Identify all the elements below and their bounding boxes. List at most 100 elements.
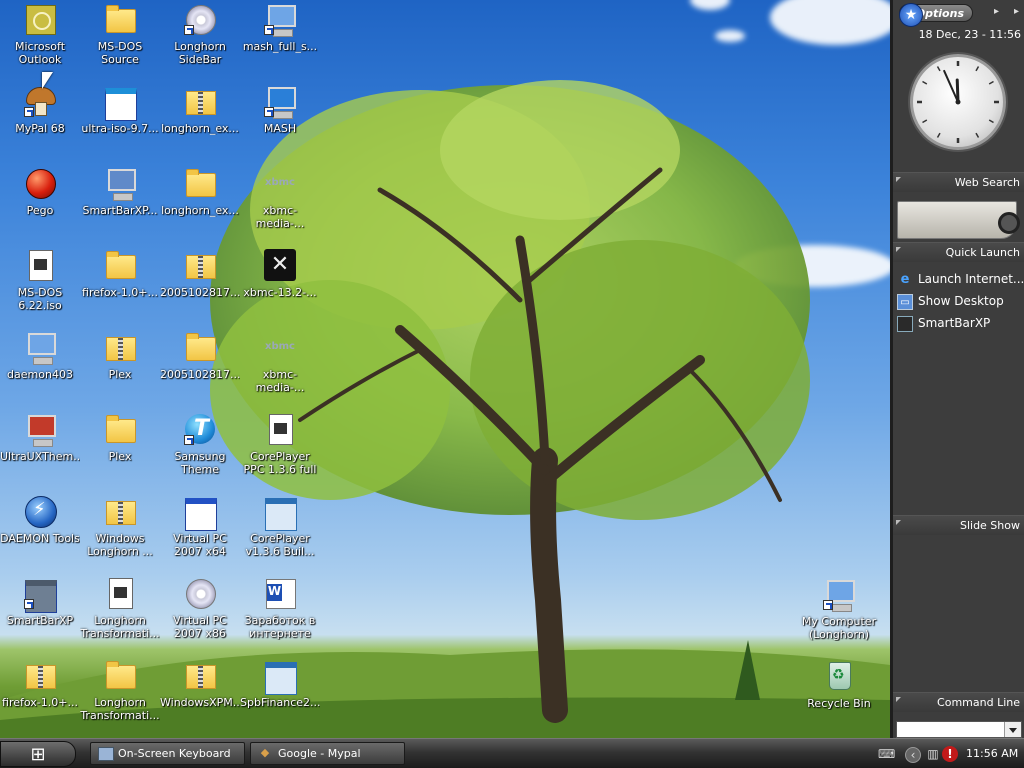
show-desktop-icon: ▭	[897, 293, 913, 310]
desktop-wallpaper[interactable]: Microsoft Outlook MS-DOS Source Longhorn S…	[0, 0, 890, 738]
desktop-icon[interactable]: Longhorn Transformati...	[80, 574, 160, 652]
desktop-icon[interactable]: xbmc xbmc-media-...	[240, 328, 320, 406]
desktop-icon-label: daemon403	[7, 368, 73, 381]
desktop-icon[interactable]: Virtual PC 2007 x86	[160, 574, 240, 652]
tray-clock[interactable]: 11:56 AM	[966, 741, 1018, 767]
quick-launch-internet[interactable]: e Launch Internet...	[897, 269, 1024, 289]
desktop-icon[interactable]: Longhorn Transformati...	[80, 656, 160, 734]
folder-icon	[104, 249, 136, 281]
desktop-icon[interactable]: MS-DOS 6.22.iso	[0, 246, 80, 324]
chevron-left-icon[interactable]: ‹	[905, 747, 921, 763]
desktop-icon[interactable]: mash_full_s...	[240, 0, 320, 78]
desktop-icon[interactable]: Pego	[0, 164, 80, 242]
taskbar-button-google-mypal[interactable]: ◆ Google - Mypal	[250, 742, 405, 765]
taskbar-button-label: On-Screen Keyboard	[118, 747, 231, 760]
word-document-icon	[264, 577, 296, 609]
desktop-icon[interactable]: firefox-1.0+...	[0, 656, 80, 734]
desktop-icon-label: 2005102817...	[160, 286, 240, 299]
collapse-triangle-icon	[896, 177, 901, 182]
desktop-icon-label: DAEMON Tools	[0, 532, 80, 545]
chevron-right-icon[interactable]: ▸	[1014, 6, 1019, 17]
samsung-theme-icon	[184, 413, 216, 445]
desktop-icon-label: Virtual PC 2007 x64	[173, 532, 227, 558]
desktop-icon-label: firefox-1.0+...	[82, 286, 158, 299]
mushroom-icon	[24, 85, 56, 117]
desktop-icon-label: SmartBarXP...	[82, 204, 158, 217]
section-web-search[interactable]: Web Search	[893, 172, 1024, 192]
section-quick-launch[interactable]: Quick Launch	[893, 242, 1024, 262]
section-title: Command Line	[937, 696, 1020, 709]
quick-launch-show-desktop[interactable]: ▭ Show Desktop	[897, 291, 1024, 311]
folder-icon	[104, 413, 136, 445]
start-button[interactable]: ⊞	[0, 741, 76, 767]
longhorn-sidebar: ★ Options ▸ ▸ 18 Dec, 23 - 11:56 Web Sea…	[890, 0, 1024, 740]
desktop-icon[interactable]: longhorn_ex...	[160, 82, 240, 160]
desktop-icon[interactable]: MyPal 68	[0, 82, 80, 160]
desktop-icon[interactable]: Заработок в интернете	[240, 574, 320, 652]
folder-icon	[184, 331, 216, 363]
outlook-icon	[24, 3, 56, 35]
xbmc-app-icon: ✕	[264, 249, 296, 281]
desktop-icon-label: firefox-1.0+...	[2, 696, 78, 709]
desktop-icon[interactable]: MASH	[240, 82, 320, 160]
desktop-icon[interactable]: SmartBarXP...	[80, 164, 160, 242]
search-icon[interactable]	[998, 212, 1020, 234]
keyboard-icon	[98, 747, 114, 761]
theme-icon	[24, 413, 56, 447]
shortcut-arrow-icon	[264, 107, 274, 117]
desktop-icon[interactable]: ultra-iso-9.7...	[80, 82, 160, 160]
network-icon[interactable]: ▥	[925, 746, 941, 762]
collapse-triangle-icon	[896, 247, 901, 252]
desktop-icon[interactable]: 2005102817...	[160, 246, 240, 324]
zip-folder-icon	[104, 495, 136, 527]
chevron-down-icon[interactable]	[1004, 722, 1021, 737]
desktop-icon-my-computer[interactable]: My Computer (Longhorn)	[799, 575, 879, 653]
desktop-icon-label: Samsung Theme	[174, 450, 226, 476]
desktop-icon[interactable]: SpbFinance2...	[240, 656, 320, 734]
taskbar-button-label: Google - Mypal	[278, 747, 361, 760]
desktop-icon-recycle-bin[interactable]: Recycle Bin	[799, 657, 879, 735]
desktop-icon[interactable]: ✕ xbmc-13.2-...	[240, 246, 320, 324]
chevron-right-icon[interactable]: ▸	[994, 6, 999, 17]
keyboard-tray-icon[interactable]: ⌨	[878, 746, 895, 762]
desktop-icon[interactable]: Plex	[80, 328, 160, 406]
desktop-icon-label: xbmc-13.2-...	[243, 286, 317, 299]
desktop-icon[interactable]: 2005102817...	[160, 328, 240, 406]
taskbar-button-on-screen-keyboard[interactable]: On-Screen Keyboard	[90, 742, 245, 765]
desktop-icon[interactable]: DAEMON Tools	[0, 492, 80, 570]
desktop-icon[interactable]: UltraUXThem...	[0, 410, 80, 488]
desktop-icon[interactable]: CorePlayer v1.3.6 Buil...	[240, 492, 320, 570]
web-search-input[interactable]	[897, 201, 1020, 239]
installer-box-icon	[264, 495, 297, 531]
desktop-icon-label: 2005102817...	[160, 368, 240, 381]
desktop-icon-label: MASH	[263, 122, 297, 135]
section-slide-show[interactable]: Slide Show	[893, 515, 1024, 535]
desktop-icon[interactable]: Samsung Theme	[160, 410, 240, 488]
quick-launch-smartbarxp[interactable]: SmartBarXP	[897, 313, 1024, 333]
quick-launch-label: SmartBarXP	[918, 316, 991, 330]
desktop-icon[interactable]: firefox-1.0+...	[80, 246, 160, 324]
shortcut-arrow-icon	[823, 600, 833, 610]
analog-clock[interactable]	[910, 54, 1006, 150]
desktop-icon[interactable]: xbmc xbmc-media-...	[240, 164, 320, 242]
desktop-icon-label: SmartBarXP	[6, 614, 74, 627]
desktop-icon[interactable]: WindowsXPM...	[160, 656, 240, 734]
desktop-icon[interactable]: Virtual PC 2007 x64	[160, 492, 240, 570]
desktop-icon[interactable]: Windows Longhorn ...	[80, 492, 160, 570]
security-alert-icon[interactable]: !	[942, 746, 958, 762]
quick-launch-label: Show Desktop	[918, 294, 1004, 308]
desktop-icon[interactable]: MS-DOS Source	[80, 0, 160, 78]
desktop-icon[interactable]: daemon403	[0, 328, 80, 406]
desktop-icon-label: Longhorn Transformati...	[80, 614, 160, 640]
desktop-icon[interactable]: Plex	[80, 410, 160, 488]
section-command-line[interactable]: Command Line	[893, 692, 1024, 712]
desktop-icon[interactable]: Longhorn SideBar	[160, 0, 240, 78]
desktop-icon[interactable]: CorePlayer PPC 1.3.6 full	[240, 410, 320, 488]
desktop-icon[interactable]: longhorn_ex...	[160, 164, 240, 242]
desktop-icon[interactable]: Microsoft Outlook	[0, 0, 80, 78]
desktop-icon[interactable]: SmartBarXP	[0, 574, 80, 652]
desktop-icon-label: Заработок в интернете	[244, 614, 316, 640]
options-button[interactable]: ★ Options	[899, 3, 973, 27]
zip-folder-icon	[184, 659, 216, 691]
system-tray: ⌨ ‹ ▥ ! 11:56 AM	[874, 741, 1024, 767]
